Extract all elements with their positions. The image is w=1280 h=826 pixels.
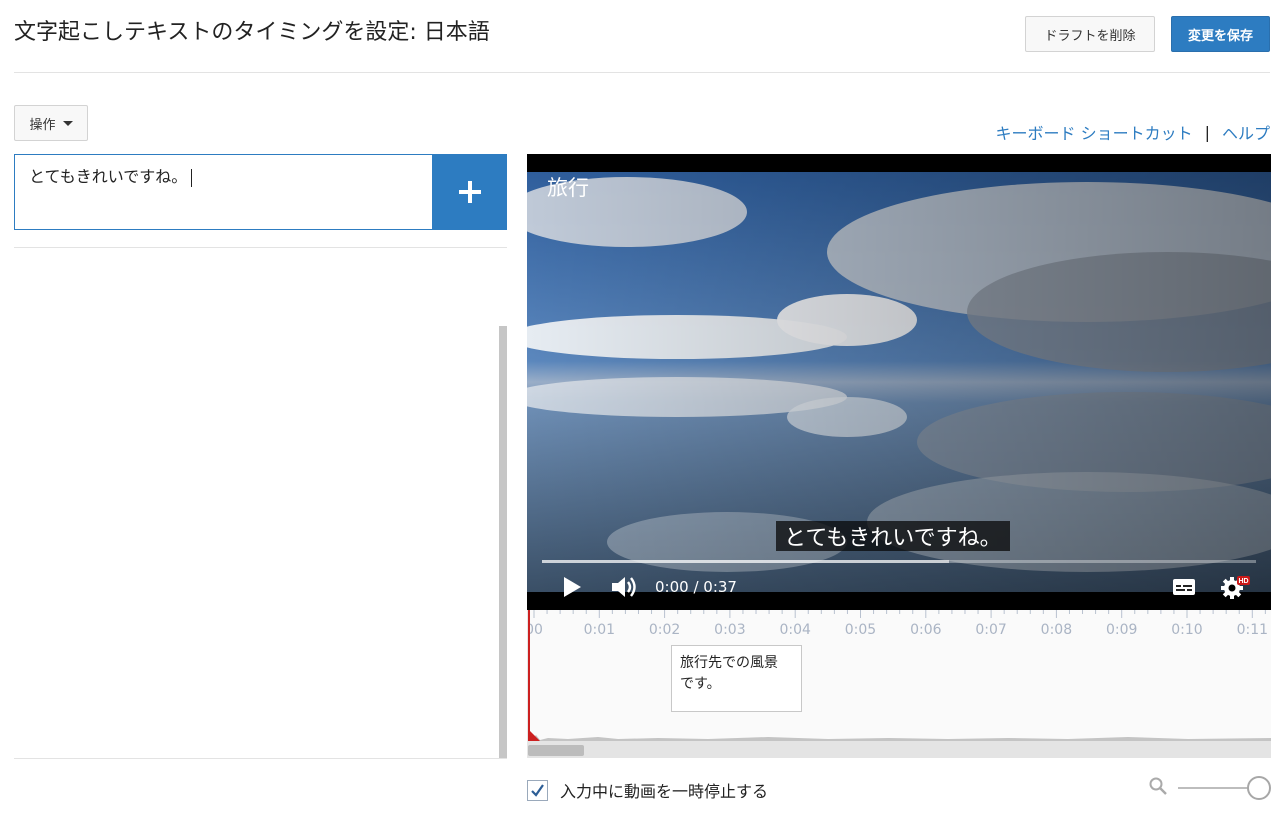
link-separator: | xyxy=(1204,122,1210,142)
caption-input-value: とてもきれいですね。 xyxy=(29,167,188,186)
delete-draft-button[interactable]: ドラフトを削除 xyxy=(1025,16,1155,52)
caption-list-divider-top xyxy=(14,247,507,248)
timeline-scroll-thumb[interactable] xyxy=(528,745,584,756)
audio-waveform xyxy=(528,735,1271,741)
caption-timeline[interactable]: 000:010:020:030:040:050:060:070:080:090:… xyxy=(527,610,1271,758)
text-cursor xyxy=(191,168,193,187)
zoom-slider-track[interactable] xyxy=(1178,787,1258,789)
help-links: キーボード ショートカット | ヘルプ xyxy=(996,120,1271,144)
timeline-tick-label: 0:07 xyxy=(975,622,1007,638)
pause-while-typing-option[interactable]: 入力中に動画を一時停止する xyxy=(527,778,768,802)
play-icon[interactable] xyxy=(562,576,582,598)
caret-down-icon xyxy=(62,120,73,126)
timeline-tick-label: 0:02 xyxy=(648,622,681,638)
timeline-caption-cue[interactable]: 旅行先での風景 です。 xyxy=(671,645,802,712)
help-link[interactable]: ヘルプ xyxy=(1222,120,1270,144)
timeline-tick-label: 0:10 xyxy=(1171,622,1203,638)
pause-checkbox[interactable] xyxy=(527,779,548,801)
page-title: 文字起こしテキストのタイミングを設定: 日本語 xyxy=(14,20,490,45)
timeline-tick-label: 0:11 xyxy=(1236,622,1269,638)
timeline-scrollbar[interactable] xyxy=(528,741,1271,758)
check-icon xyxy=(531,783,544,797)
cue-text-line-2: です。 xyxy=(680,676,721,692)
caption-list-divider-bottom xyxy=(14,758,507,759)
actions-dropdown[interactable]: 操作 xyxy=(14,105,88,141)
timeline-tick-label: 0:04 xyxy=(779,622,811,638)
timeline-tick-label: 0:08 xyxy=(1040,622,1073,638)
volume-icon[interactable] xyxy=(610,574,638,600)
caption-text-input[interactable]: とてもきれいですね。 xyxy=(14,154,433,230)
timeline-tick-label: 0:09 xyxy=(1105,622,1138,638)
pause-label: 入力中に動画を一時停止する xyxy=(560,782,769,801)
timeline-playhead[interactable] xyxy=(528,610,530,741)
caption-list-scrollbar[interactable] xyxy=(499,326,507,758)
zoom-search-icon xyxy=(1149,777,1167,795)
progress-loaded xyxy=(542,560,949,563)
timeline-tick-label: 0:01 xyxy=(583,622,616,638)
keyboard-shortcuts-link[interactable]: キーボード ショートカット xyxy=(996,120,1193,144)
save-changes-button[interactable]: 変更を保存 xyxy=(1171,16,1270,52)
header-divider xyxy=(14,72,1270,73)
playhead-marker-icon xyxy=(528,729,540,741)
settings-gear-icon[interactable]: HD xyxy=(1220,574,1250,600)
timeline-ruler xyxy=(533,610,1266,618)
add-caption-button[interactable] xyxy=(432,154,507,230)
hd-badge: HD xyxy=(1238,578,1248,585)
cue-text-line-1: 旅行先での風景 xyxy=(680,655,778,671)
video-player[interactable]: 旅行 とてもきれいですね。 0:00 / 0:37 HD xyxy=(527,154,1271,610)
video-progress-bar[interactable] xyxy=(542,560,1256,563)
timeline-tick-label: 0:05 xyxy=(844,622,877,638)
actions-label: 操作 xyxy=(29,117,56,133)
timeline-tick-label: 0:06 xyxy=(910,622,942,638)
captions-icon[interactable] xyxy=(1172,578,1196,596)
video-time: 0:00 / 0:37 xyxy=(655,578,737,596)
timeline-tick-label: 0:03 xyxy=(714,622,746,638)
video-title: 旅行 xyxy=(547,176,589,200)
video-subtitle: とてもきれいですね。 xyxy=(776,521,1010,551)
plus-icon xyxy=(458,181,481,203)
zoom-slider-thumb[interactable] xyxy=(1247,776,1271,800)
